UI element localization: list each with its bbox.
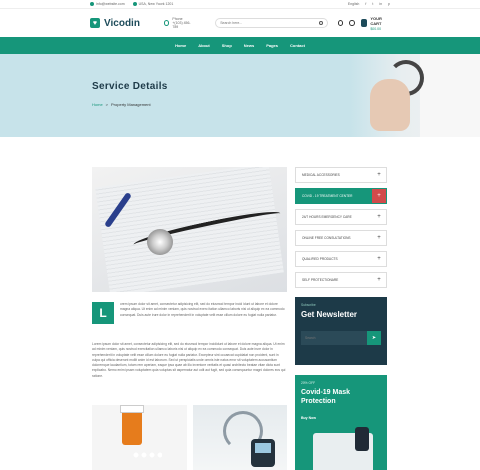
location-icon	[132, 2, 137, 7]
plus-icon: +	[377, 277, 381, 283]
user-icon[interactable]	[337, 20, 344, 26]
logo[interactable]: ♥ Vicodin	[90, 18, 140, 29]
main-nav: Home About Shop News Pages Contact	[0, 37, 480, 54]
address-info: USA, New Yoork 1201	[132, 2, 173, 7]
page-hero: Service Details Home > Property Manageme…	[0, 54, 480, 137]
sidebar-item-medical-accessories[interactable]: MEDICAL ACCESSORIES +	[295, 167, 387, 183]
nav-item-about[interactable]: About	[198, 43, 210, 48]
search-box	[215, 18, 328, 28]
cart-icon	[360, 19, 368, 27]
stethoscope-image	[92, 167, 287, 292]
heart-outline-icon[interactable]	[349, 20, 355, 26]
search-input[interactable]	[220, 21, 320, 25]
email-info[interactable]: info@website.com	[90, 2, 125, 7]
glucose-meter-image	[193, 405, 287, 470]
plus-icon: +	[377, 235, 381, 241]
sidebar-item-qualified-products[interactable]: QUALIFIED PRODUCTS +	[295, 251, 387, 267]
linkedin-icon[interactable]: in	[379, 2, 382, 6]
intro-text: orem ipsum dolor sit amet, consectetur a…	[120, 302, 285, 317]
plus-icon: +	[377, 256, 381, 262]
nav-item-contact[interactable]: Contact	[290, 43, 305, 48]
intro-paragraph: L orem ipsum dolor sit amet, consectetur…	[92, 302, 287, 324]
service-content: MEDICAL ACCESSORIES + COVID - 19 TREATMEN…	[0, 137, 480, 470]
service-categories: MEDICAL ACCESSORIES + COVID - 19 TREATMEN…	[295, 167, 387, 293]
heart-icon: ♥	[90, 18, 100, 28]
breadcrumb-separator: >	[105, 102, 109, 107]
phone-info: Phone +(103) 456-789	[163, 17, 193, 29]
nav-item-pages[interactable]: Pages	[266, 43, 278, 48]
site-header: ♥Vicodin Phone+(103) 456-789 YOUR CART$0…	[0, 9, 480, 37]
breadcrumb: Home > Property Management	[92, 102, 151, 107]
promo-banner[interactable]: 20% OFF Covid-19 Mask Protection Buy Now	[295, 375, 387, 470]
sidebar-item-self-protection[interactable]: SELF PROTECTIONARE +	[295, 272, 387, 288]
pinterest-icon[interactable]: p	[388, 2, 390, 6]
sidebar-item-emergency-care[interactable]: 24/7 HOURS EMERGENCY CARE +	[295, 209, 387, 225]
nav-item-shop[interactable]: Shop	[222, 43, 232, 48]
mail-icon	[90, 2, 94, 7]
sidebar-item-online-consultations[interactable]: ONLINE FREE CONSULTATIONS +	[295, 230, 387, 246]
phone-icon	[163, 20, 170, 26]
plus-icon: +	[372, 189, 386, 203]
top-bar: info@website.com USA, New Yoork 1201 Eng…	[0, 0, 480, 9]
sidebar-item-covid-treatment[interactable]: COVID - 19 TREATMENT CENTER +	[295, 188, 387, 204]
page-title: Service Details	[92, 81, 168, 92]
dropcap: L	[92, 302, 114, 324]
newsletter-title: Get Newsletter	[301, 310, 358, 319]
pills-image	[92, 405, 187, 470]
nav-item-news[interactable]: News	[244, 43, 254, 48]
plus-icon: +	[377, 214, 381, 220]
language-select[interactable]: English	[348, 2, 359, 6]
promo-title: Covid-19 Mask Protection	[301, 389, 351, 405]
breadcrumb-current: Property Management	[111, 102, 151, 107]
newsletter-widget: Subscribe Get Newsletter ➤	[295, 297, 387, 365]
cart-button[interactable]: YOUR CART $00.00	[360, 16, 390, 31]
arrow-right-icon: ➤	[371, 335, 377, 341]
facebook-icon[interactable]: f	[365, 2, 366, 6]
plus-icon: +	[377, 172, 381, 178]
body-text: Lorem ipsum dolor sit amet, consectetur …	[92, 342, 286, 378]
doctor-image	[350, 54, 480, 137]
mask-kit-image	[313, 427, 373, 470]
newsletter-input[interactable]	[301, 331, 367, 345]
twitter-icon[interactable]: t	[372, 2, 373, 6]
promo-kicker: 20% OFF	[301, 381, 316, 385]
buy-now-link[interactable]: Buy Now	[301, 416, 316, 420]
search-icon[interactable]	[319, 21, 323, 25]
breadcrumb-home[interactable]: Home	[92, 102, 103, 107]
newsletter-submit-button[interactable]: ➤	[367, 331, 381, 345]
nav-item-home[interactable]: Home	[175, 43, 186, 48]
